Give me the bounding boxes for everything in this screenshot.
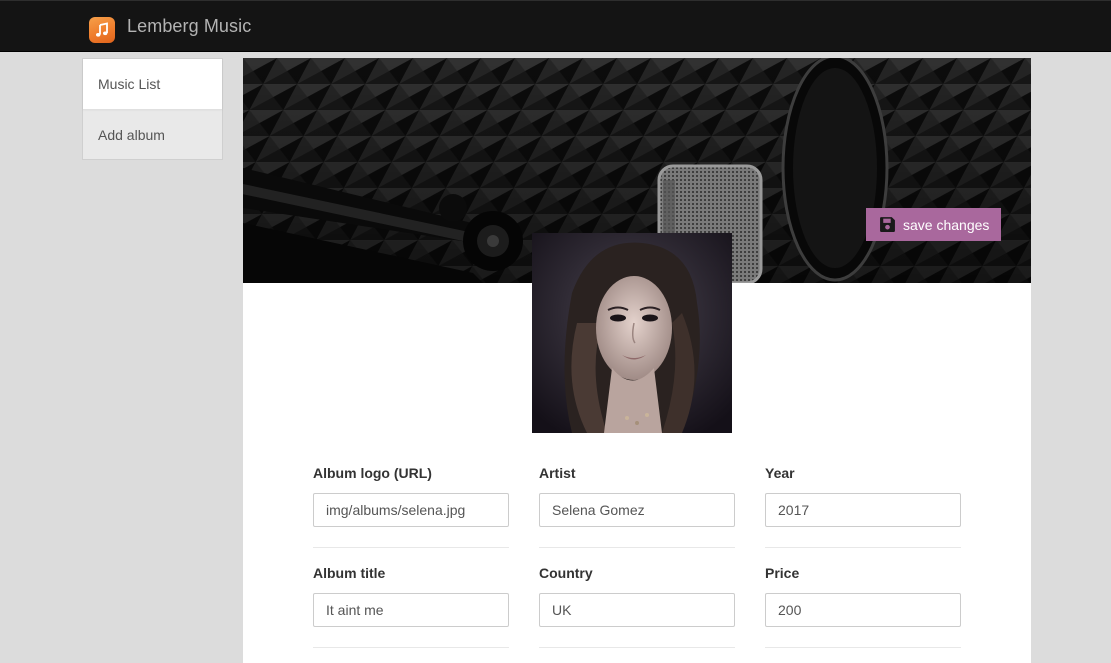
album-title-label: Album title bbox=[313, 565, 386, 581]
sidebar-item-add-album[interactable]: Add album bbox=[83, 109, 222, 159]
price-label: Price bbox=[765, 565, 800, 581]
save-changes-button[interactable]: save changes bbox=[866, 208, 1001, 241]
top-navbar: Lemberg Music bbox=[0, 0, 1111, 52]
artist-input[interactable] bbox=[539, 493, 735, 527]
album-cover-image bbox=[532, 233, 732, 433]
price-input[interactable] bbox=[765, 593, 961, 627]
app-title[interactable]: Lemberg Music bbox=[127, 16, 251, 37]
album-logo-label: Album logo (URL) bbox=[313, 465, 432, 481]
artist-label: Artist bbox=[539, 465, 576, 481]
divider bbox=[313, 647, 509, 648]
country-input[interactable] bbox=[539, 593, 735, 627]
sidebar-nav: Music List Add album bbox=[82, 58, 223, 160]
country-field: Country bbox=[539, 563, 735, 648]
album-logo-input[interactable] bbox=[313, 493, 509, 527]
divider bbox=[765, 647, 961, 648]
country-label: Country bbox=[539, 565, 593, 581]
divider bbox=[765, 547, 961, 548]
price-field: Price bbox=[765, 563, 961, 648]
floppy-disk-icon bbox=[880, 217, 895, 232]
divider bbox=[539, 547, 735, 548]
divider bbox=[539, 647, 735, 648]
save-changes-label: save changes bbox=[903, 216, 990, 233]
sidebar-item-music-list[interactable]: Music List bbox=[83, 59, 222, 109]
year-field: Year bbox=[765, 463, 961, 548]
album-title-field: Album title bbox=[313, 563, 509, 648]
year-input[interactable] bbox=[765, 493, 961, 527]
album-title-input[interactable] bbox=[313, 593, 509, 627]
divider bbox=[313, 547, 509, 548]
artist-field: Artist bbox=[539, 463, 735, 548]
album-logo-field: Album logo (URL) bbox=[313, 463, 509, 548]
album-editor-panel: save changes Album logo (URL) img/albums… bbox=[243, 58, 1031, 663]
year-label: Year bbox=[765, 465, 795, 481]
music-note-icon[interactable] bbox=[89, 17, 115, 43]
